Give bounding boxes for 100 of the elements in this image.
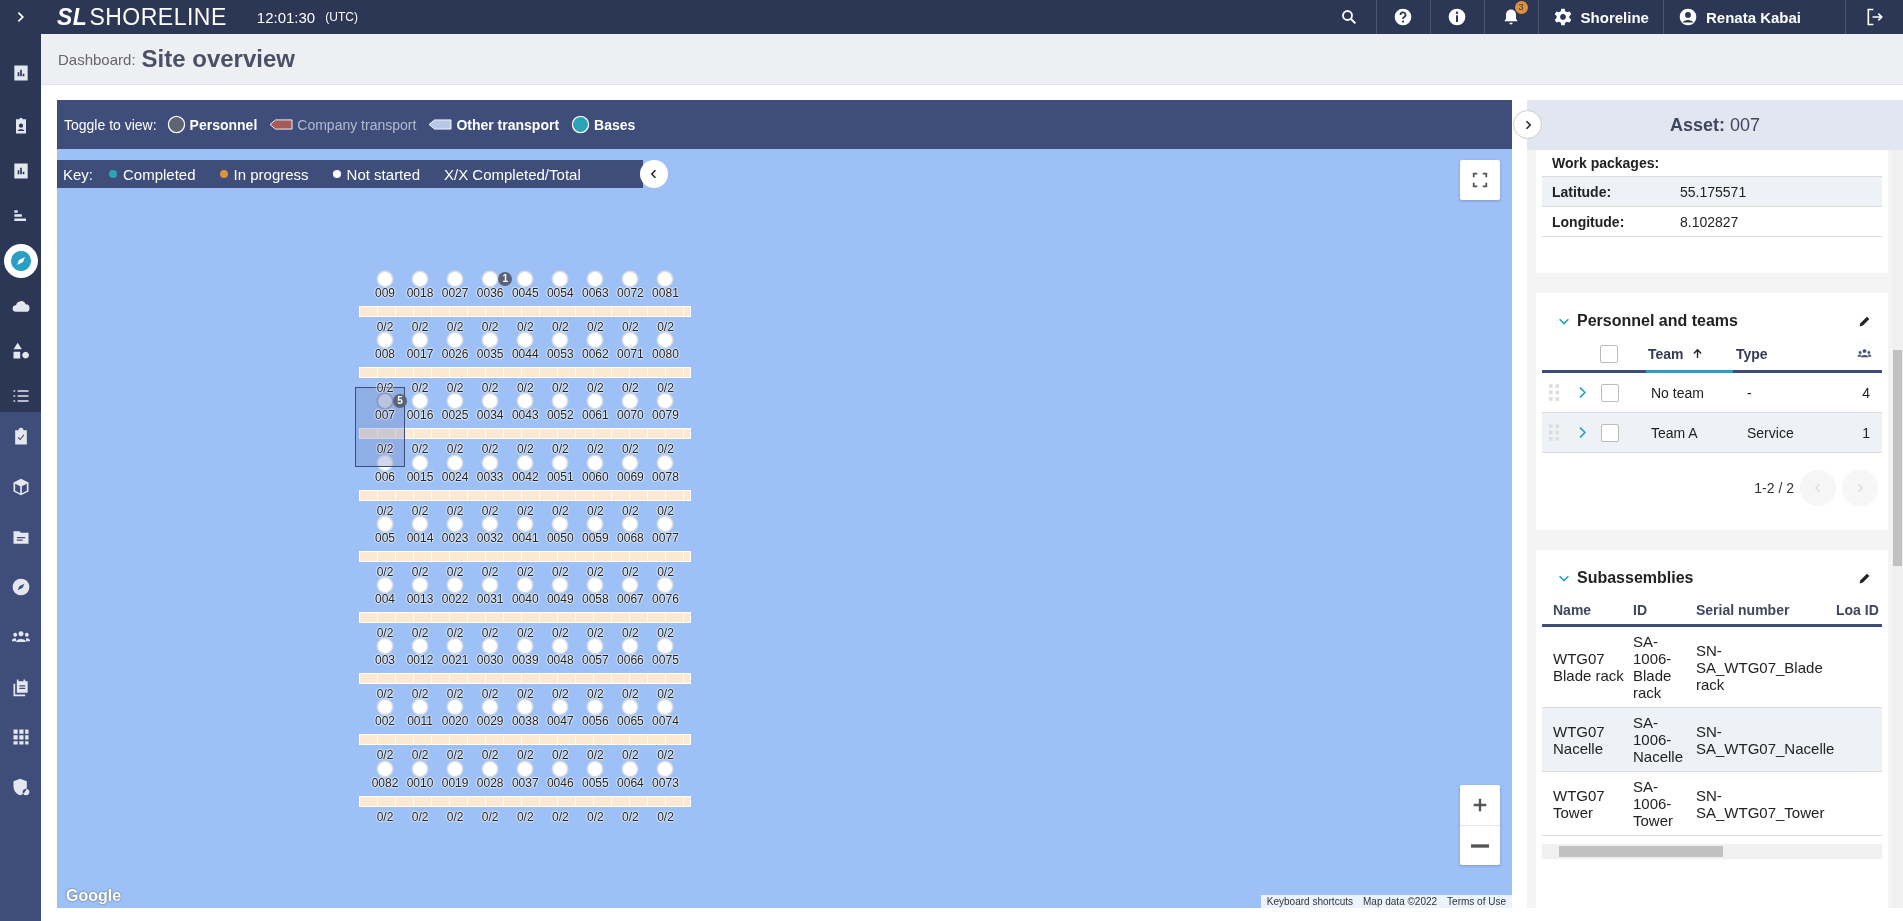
turbine-marker[interactable] [483, 455, 498, 470]
turbine-marker[interactable] [483, 516, 498, 531]
layer-toggle[interactable]: Other transport [428, 116, 560, 133]
turbine-marker[interactable] [448, 700, 463, 715]
turbine-marker[interactable] [483, 578, 498, 592]
turbine-marker[interactable] [483, 761, 498, 776]
turbine-marker[interactable] [448, 578, 463, 592]
turbine-marker[interactable] [378, 761, 392, 776]
turbine-marker[interactable] [378, 455, 392, 470]
attribution-link[interactable]: Map data ©2022 [1363, 896, 1438, 907]
turbine-marker[interactable] [378, 578, 392, 592]
turbine-marker[interactable] [658, 272, 673, 286]
checkbox[interactable] [1601, 383, 1619, 402]
drag-handle-icon[interactable] [1549, 424, 1560, 441]
vertical-scrollbar[interactable] [1892, 150, 1903, 908]
count-badge[interactable]: 1 [498, 272, 513, 286]
turbine-marker[interactable] [448, 516, 463, 531]
next-page-button[interactable] [1842, 470, 1878, 506]
turbine-marker[interactable] [588, 272, 603, 286]
turbine-marker[interactable] [483, 700, 498, 715]
turbine-marker[interactable] [518, 333, 533, 348]
turbine-marker[interactable] [518, 272, 533, 286]
column-header[interactable]: Loa ID [1836, 602, 1880, 618]
turbine-marker[interactable] [658, 333, 673, 348]
team-row[interactable]: Team A Service 1 [1542, 413, 1882, 453]
map[interactable] [57, 149, 1512, 908]
turbine-marker[interactable] [483, 333, 498, 348]
turbine-marker[interactable] [378, 272, 392, 286]
turbine-marker[interactable] [588, 639, 603, 654]
turbine-marker[interactable] [658, 639, 673, 654]
turbine-marker[interactable] [518, 455, 533, 470]
turbine-marker[interactable] [623, 455, 638, 470]
turbine-marker[interactable] [413, 761, 428, 776]
turbine-marker[interactable] [378, 700, 392, 715]
turbine-marker[interactable] [623, 639, 638, 654]
edit-icon[interactable] [1858, 571, 1871, 585]
column-header[interactable]: ID [1633, 602, 1696, 618]
turbine-marker[interactable] [413, 578, 428, 592]
turbine-marker[interactable] [588, 516, 603, 531]
turbine-marker[interactable] [378, 333, 392, 348]
turbine-marker[interactable] [658, 578, 673, 592]
turbine-marker[interactable] [623, 578, 638, 592]
turbine-marker[interactable] [588, 700, 603, 715]
turbine-marker[interactable] [518, 761, 533, 776]
turbine-marker[interactable] [623, 700, 638, 715]
turbine-marker[interactable] [588, 394, 603, 409]
turbine-marker[interactable] [448, 639, 463, 654]
turbine-marker[interactable] [658, 394, 673, 409]
fullscreen-button[interactable] [1460, 160, 1500, 200]
turbine-marker[interactable] [623, 761, 638, 776]
turbine-marker[interactable] [623, 394, 638, 409]
layer-toggle[interactable]: Personnel [166, 115, 258, 134]
count-badge[interactable]: 5 [393, 394, 407, 409]
turbine-marker[interactable] [413, 272, 428, 286]
turbine-marker[interactable] [553, 455, 568, 470]
turbine-marker[interactable] [553, 761, 568, 776]
turbine-marker[interactable] [413, 333, 428, 348]
turbine-marker[interactable] [658, 761, 673, 776]
turbine-marker[interactable] [448, 272, 463, 286]
column-header[interactable]: Name [1542, 602, 1633, 618]
checkbox[interactable] [1601, 423, 1619, 442]
turbine-marker[interactable] [623, 333, 638, 348]
turbine-marker[interactable] [588, 455, 603, 470]
edit-icon[interactable] [1858, 314, 1871, 328]
turbine-marker[interactable] [483, 394, 498, 409]
column-header[interactable]: Serial number [1696, 602, 1836, 618]
turbine-marker[interactable] [623, 272, 638, 286]
turbine-marker[interactable] [378, 394, 392, 409]
turbine-marker[interactable] [413, 516, 428, 531]
turbine-marker[interactable] [448, 333, 463, 348]
turbine-marker[interactable] [658, 516, 673, 531]
turbine-marker[interactable] [553, 578, 568, 592]
horizontal-scrollbar[interactable] [1542, 844, 1882, 859]
turbine-marker[interactable] [378, 516, 392, 531]
turbine-marker[interactable] [448, 455, 463, 470]
turbine-marker[interactable] [658, 455, 673, 470]
previous-page-button[interactable] [1800, 470, 1836, 506]
drag-handle-icon[interactable] [1549, 384, 1560, 401]
attribution-link[interactable]: Keyboard shortcuts [1266, 896, 1353, 907]
checkbox[interactable] [1600, 344, 1618, 363]
turbine-marker[interactable] [518, 394, 533, 409]
turbine-marker[interactable] [483, 272, 498, 286]
turbine-marker[interactable] [413, 455, 428, 470]
layer-toggle[interactable]: Bases [571, 115, 636, 134]
turbine-marker[interactable] [553, 333, 568, 348]
attribution-link[interactable]: Terms of Use [1447, 896, 1506, 907]
turbine-marker[interactable] [518, 700, 533, 715]
turbine-marker[interactable] [588, 578, 603, 592]
layer-toggle[interactable]: Company transport [269, 116, 417, 133]
collapse-key-button[interactable] [640, 160, 668, 188]
turbine-marker[interactable] [553, 700, 568, 715]
turbine-marker[interactable] [378, 639, 392, 654]
turbine-marker[interactable] [518, 516, 533, 531]
turbine-marker[interactable] [518, 578, 533, 592]
turbine-marker[interactable] [553, 516, 568, 531]
turbine-marker[interactable] [588, 761, 603, 776]
turbine-marker[interactable] [413, 700, 428, 715]
turbine-marker[interactable] [413, 639, 428, 654]
turbine-marker[interactable] [553, 272, 568, 286]
turbine-marker[interactable] [483, 639, 498, 654]
